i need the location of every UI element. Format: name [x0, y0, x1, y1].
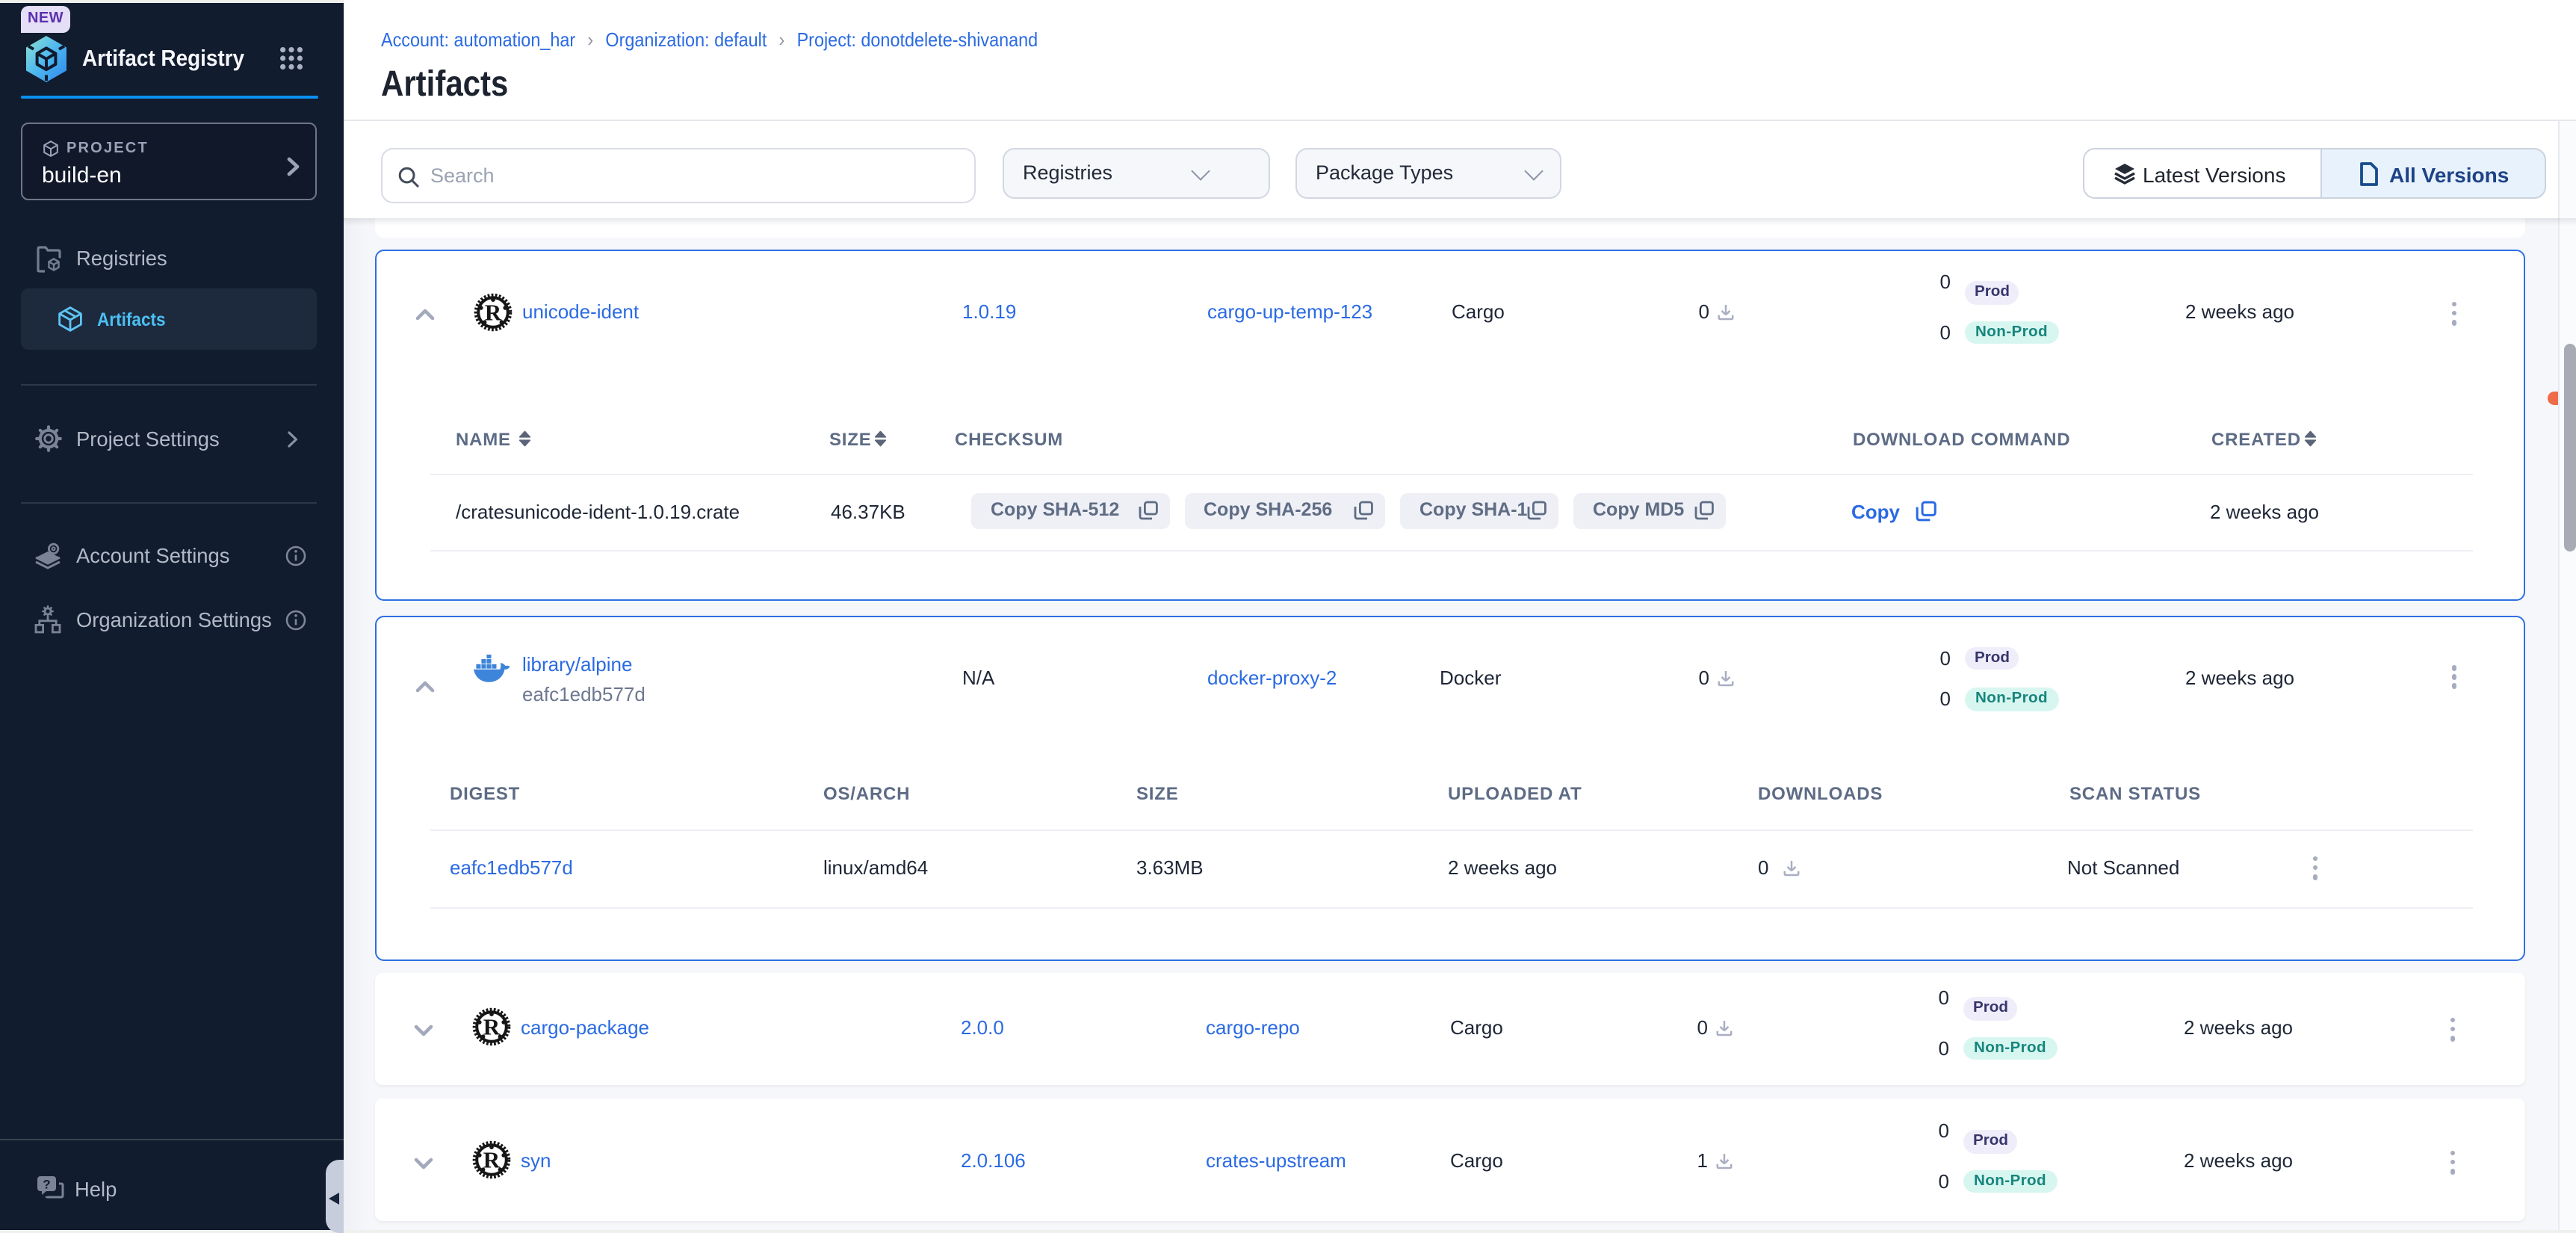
svg-text:?: ?	[43, 1178, 50, 1192]
svg-text:R: R	[483, 1147, 500, 1173]
svg-text:R: R	[484, 299, 501, 325]
svg-text:R: R	[483, 1014, 500, 1040]
